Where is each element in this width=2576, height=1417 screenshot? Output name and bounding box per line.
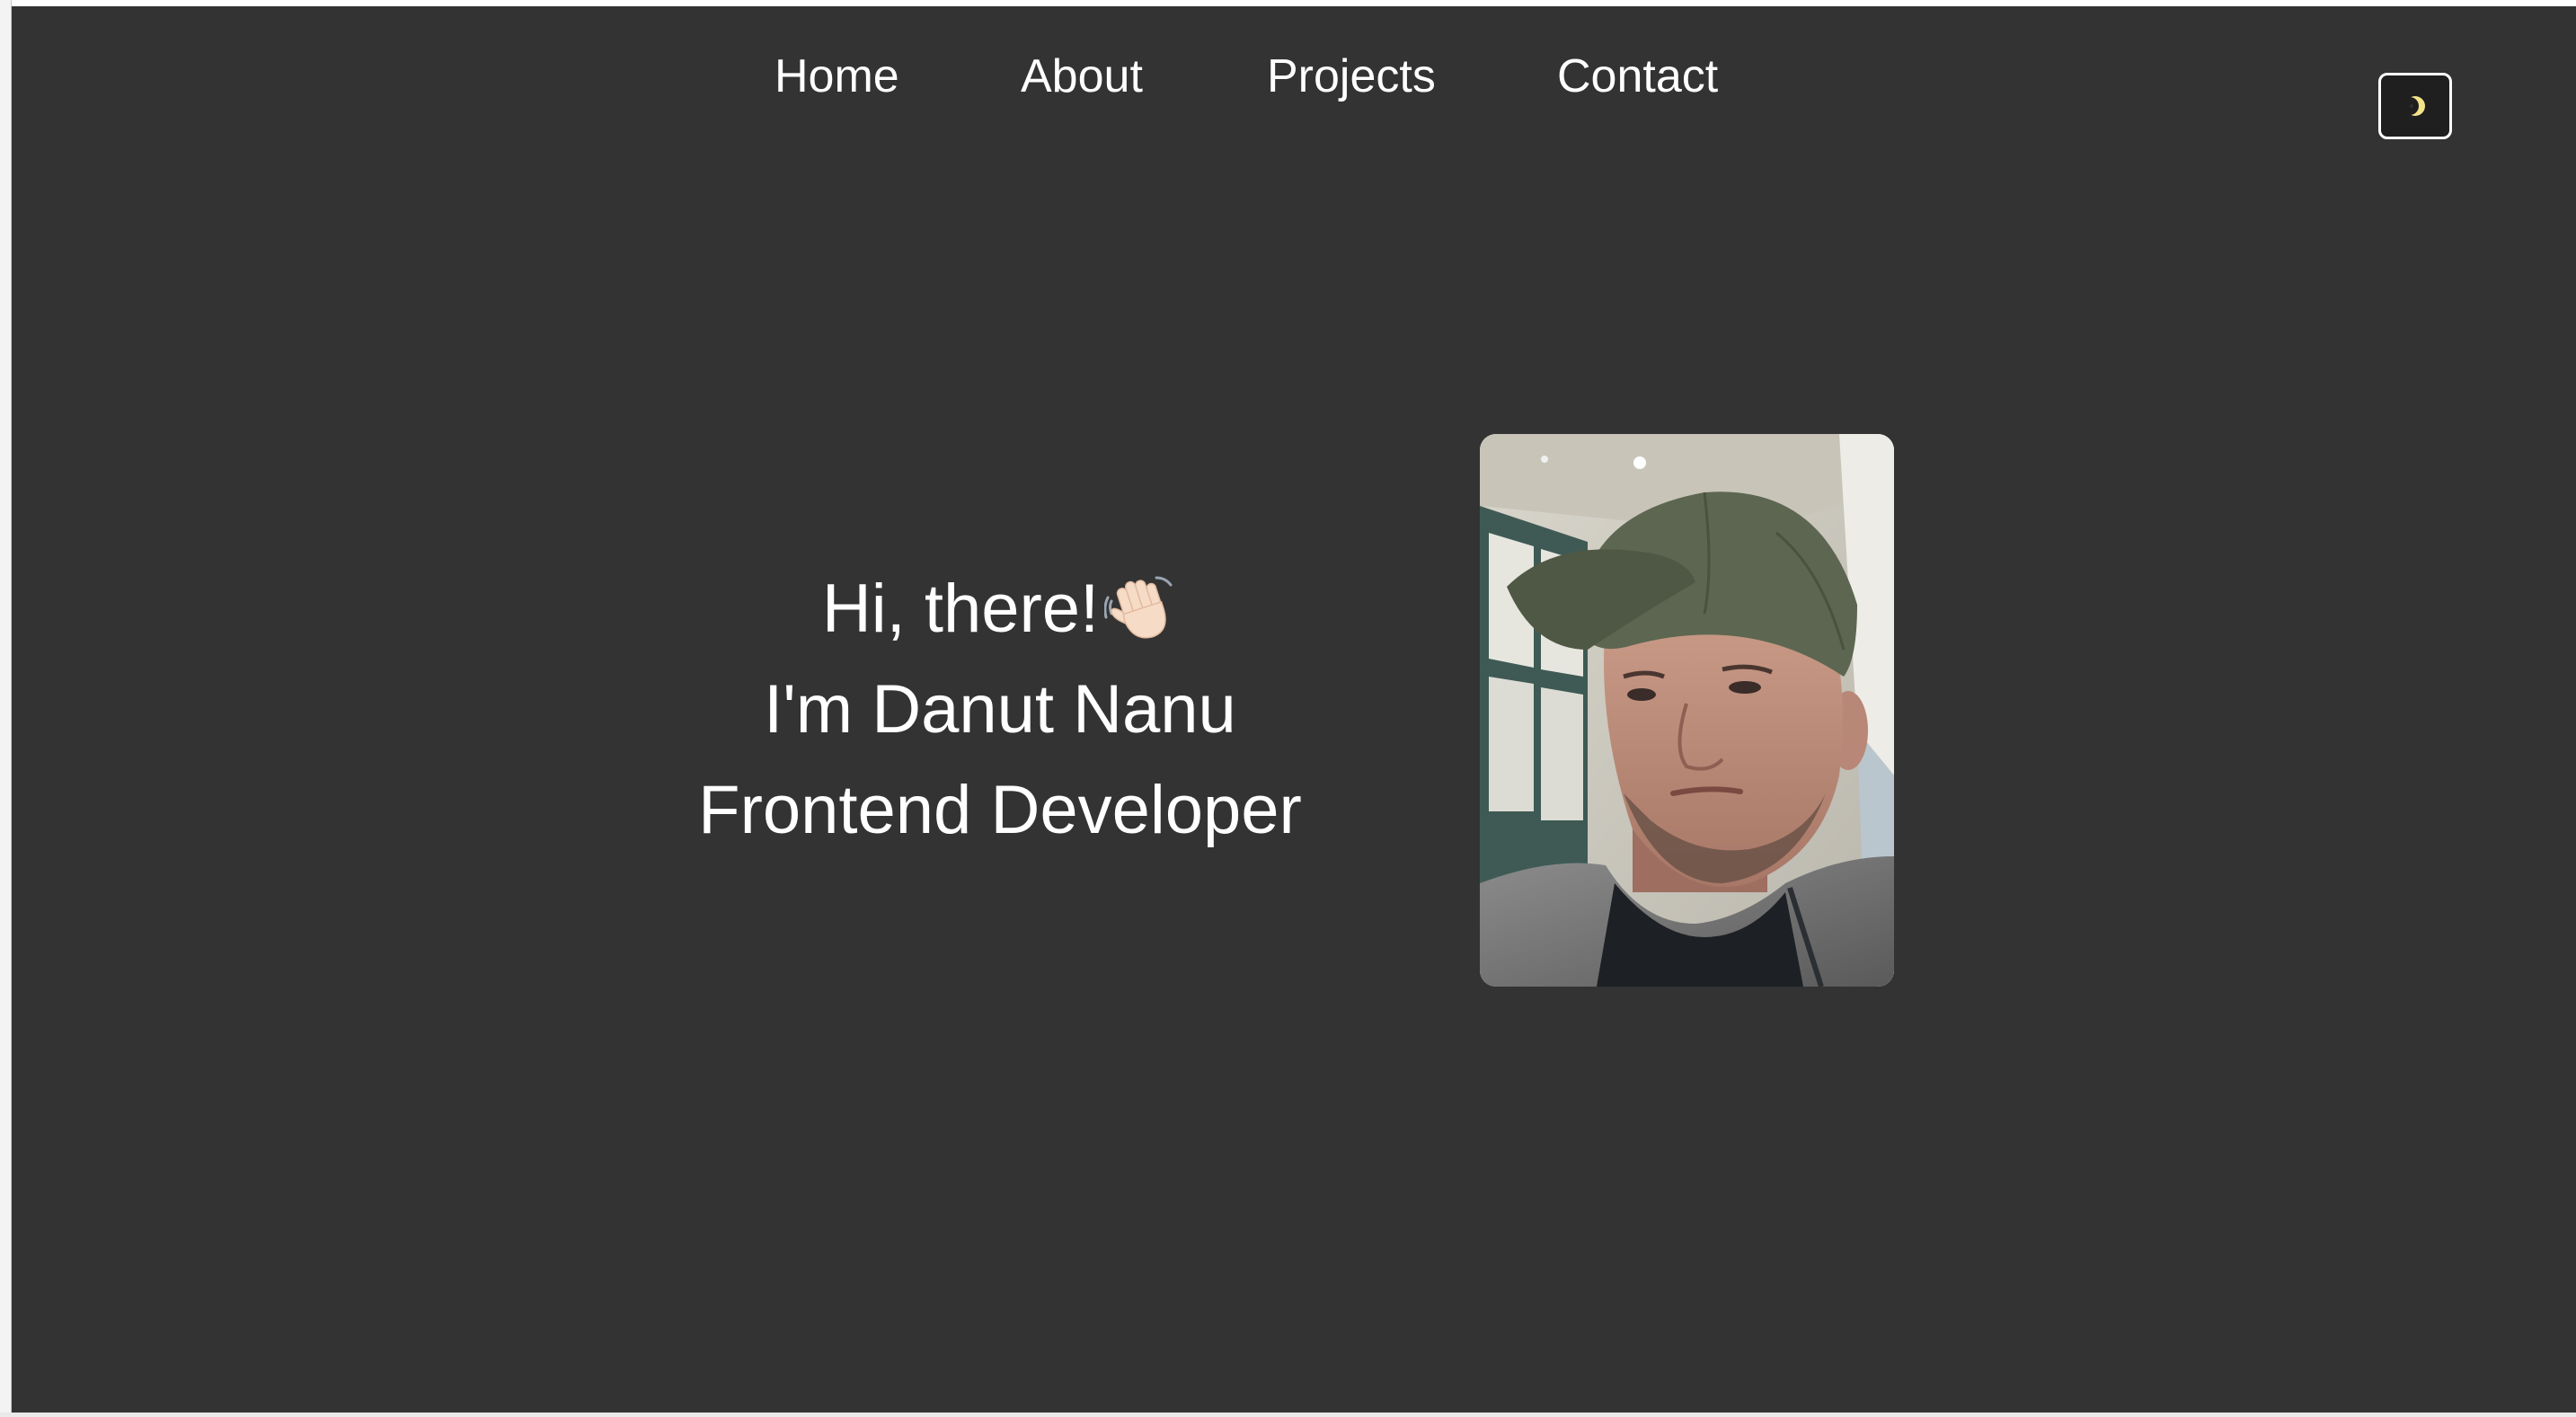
name-line: I'm Danut Nanu — [764, 671, 1236, 748]
hero-intro: Hi, there! I'm Danut Nanu Frontend Devel… — [677, 559, 1323, 861]
moon-icon — [2402, 93, 2429, 120]
page-viewport: Home About Projects Contact Hi, there! I… — [12, 6, 2576, 1413]
theme-toggle-button[interactable] — [2378, 73, 2452, 139]
window-top-edge — [0, 0, 2576, 6]
profile-photo — [1480, 434, 1894, 987]
window-left-edge — [0, 0, 12, 1417]
window-bottom-edge — [0, 1413, 2576, 1417]
main-navigation: Home About Projects Contact — [12, 40, 2576, 139]
nav-link-projects[interactable]: Projects — [1267, 53, 1436, 100]
role-line: Frontend Developer — [698, 772, 1302, 848]
nav-link-home[interactable]: Home — [775, 53, 899, 100]
waving-hand-icon — [1104, 572, 1178, 646]
greeting-line: Hi, there! — [677, 559, 1323, 660]
nav-link-about[interactable]: About — [1021, 53, 1143, 100]
nav-link-contact[interactable]: Contact — [1557, 53, 1718, 100]
greeting-text: Hi, there! — [821, 571, 1100, 647]
